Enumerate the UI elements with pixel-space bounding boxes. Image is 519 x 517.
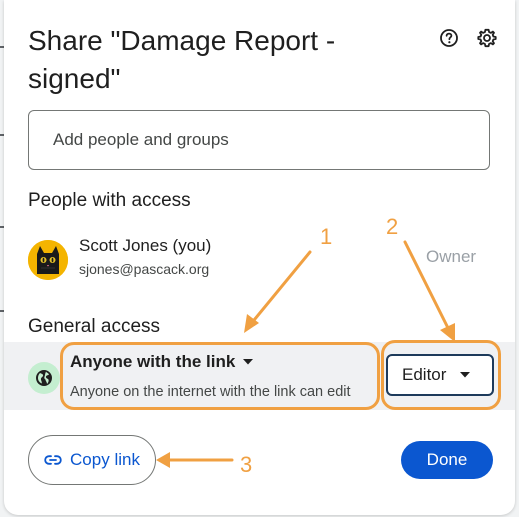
person-name: Scott Jones (you) — [79, 236, 212, 255]
link-icon — [44, 455, 62, 465]
general-access-heading: General access — [28, 316, 161, 337]
copy-link-button[interactable]: Copy link — [28, 435, 156, 485]
dialog-title: Share "Damage Report - signed" — [28, 25, 336, 94]
role-label: Editor — [402, 365, 447, 384]
annotation-number-3: 3 — [240, 452, 253, 477]
copy-link-label: Copy link — [70, 450, 140, 469]
general-access-option: Anyone with the link — [70, 352, 236, 371]
owner-role-label: Owner — [426, 247, 477, 266]
caret-down-icon — [243, 359, 254, 365]
role-dropdown[interactable]: Editor — [386, 354, 494, 396]
screen: Share "Damage Report - signed" People wi… — [0, 0, 519, 517]
caret-down-icon — [460, 372, 471, 378]
annotation-number-2: 2 — [386, 214, 399, 239]
person-email: sjones@pascack.org — [79, 261, 210, 277]
general-access-dropdown[interactable]: Anyone with the link — [70, 352, 254, 372]
add-people-input[interactable] — [28, 110, 490, 170]
gear-icon[interactable] — [475, 26, 499, 50]
done-button[interactable]: Done — [401, 441, 493, 479]
general-access-description: Anyone on the internet with the link can… — [70, 384, 351, 400]
help-icon[interactable] — [437, 26, 461, 50]
annotation-number-1: 1 — [320, 224, 333, 249]
black-cat-avatar — [28, 240, 68, 280]
people-with-access-heading: People with access — [28, 190, 191, 211]
share-dialog: Share "Damage Report - signed" People wi… — [4, 0, 515, 515]
globe-icon — [28, 362, 60, 394]
